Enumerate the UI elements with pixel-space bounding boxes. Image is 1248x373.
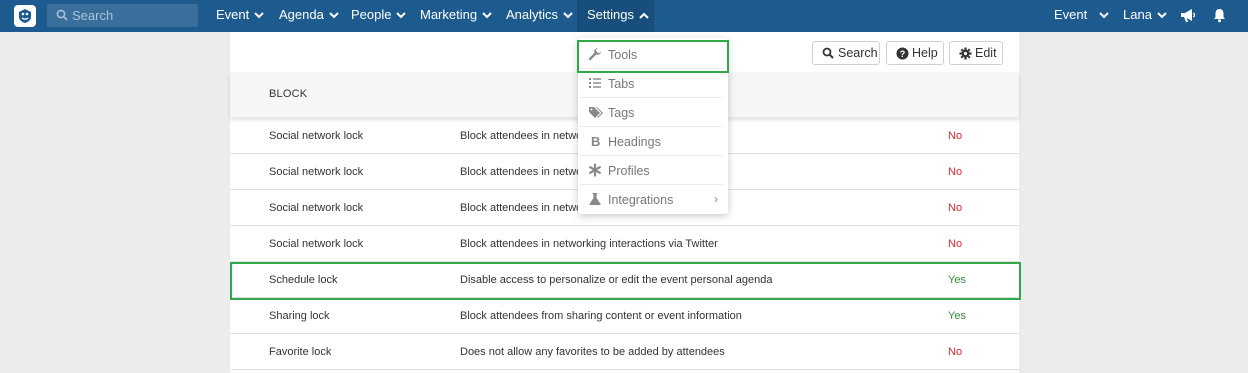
bold-icon: B [591,134,600,148]
event-switcher[interactable]: Event [1054,0,1109,32]
row-setting-name: Social network lock [269,238,364,250]
row-setting-name: Social network lock [269,166,364,178]
menu-item-profiles[interactable]: Profiles [578,156,728,185]
table-row[interactable]: Schedule lock Disable access to personal… [230,262,1019,298]
row-setting-name: Social network lock [269,130,364,142]
row-setting-description: Block attendees from sharing content or … [460,310,742,322]
row-setting-value: No [948,130,963,142]
nav-menu-analytics[interactable]: Analytics [506,0,573,32]
nav-menu-label: Agenda [279,7,324,22]
chevron-down-icon [1099,12,1109,19]
row-setting-name: Sharing lock [269,310,330,322]
help-button[interactable]: ? Help [886,41,944,65]
row-setting-value: No [948,346,963,358]
asterisk-icon [589,163,601,177]
table-row[interactable]: Sharing lock Block attendees from sharin… [230,298,1019,334]
row-setting-description: Block attendees in network [460,130,592,142]
nav-menu-label: Marketing [420,7,478,22]
menu-item-label: Tabs [608,77,635,91]
menu-item-tags[interactable]: Tags [578,98,728,127]
edit-button[interactable]: Edit [949,41,1003,65]
search-input[interactable] [72,4,192,27]
event-switcher-label: Event [1054,7,1088,22]
row-setting-description: Disable access to personalize or edit th… [460,274,773,286]
chevron-down-icon [254,12,264,19]
row-setting-value: Yes [948,274,966,286]
nav-menu-event[interactable]: Event [216,0,264,32]
nav-menu-label: Analytics [506,7,559,22]
nav-menu-settings[interactable]: Settings [577,0,654,32]
settings-dropdown-menu: Tools Tabs Tags B Headings Profiles Inte… [578,38,728,214]
global-search[interactable] [47,4,198,27]
app-logo[interactable] [14,5,36,27]
chevron-down-icon [1157,12,1167,19]
row-setting-value: No [948,238,963,250]
row-setting-description: Block attendees in network [460,202,592,214]
menu-item-label: Profiles [608,164,650,178]
help-button-label: Help [912,46,938,60]
row-setting-value: Yes [948,310,966,322]
question-circle-icon: ? [896,47,909,60]
search-icon [56,9,68,21]
logo-icon [19,9,31,23]
chevron-down-icon [329,12,339,19]
table-row[interactable]: Social network lock Block attendees in n… [230,226,1019,262]
row-setting-name: Social network lock [269,202,364,214]
bell-icon[interactable] [1213,8,1226,23]
menu-item-label: Tags [608,106,635,120]
menu-item-tools[interactable]: Tools [578,40,728,69]
menu-item-label: Integrations [608,193,674,207]
row-setting-value: No [948,166,963,178]
row-setting-name: Favorite lock [269,346,332,358]
nav-menu-people[interactable]: People [351,0,407,32]
table-row[interactable]: Favorite lock Does not allow any favorit… [230,334,1019,370]
submenu-arrow-icon: › [714,192,718,206]
search-button[interactable]: Search [812,41,880,65]
menu-item-integrations[interactable]: Integrations › [578,185,728,214]
edit-button-label: Edit [975,46,997,60]
nav-menu-agenda[interactable]: Agenda [279,0,339,32]
row-setting-value: No [948,202,963,214]
menu-item-label: Headings [608,135,661,149]
svg-text:?: ? [900,49,906,59]
menu-item-tabs[interactable]: Tabs [578,69,728,98]
row-setting-description: Does not allow any favorites to be added… [460,346,725,358]
user-menu[interactable]: Lana [1123,0,1167,32]
flask-icon [589,193,601,205]
gear-icon [959,47,972,60]
list-icon [589,78,601,88]
top-navbar: Event Agenda People Marketing Analytics … [0,0,1248,32]
wrench-icon [588,48,601,61]
search-button-label: Search [838,46,878,60]
chevron-down-icon [563,12,573,19]
nav-menu-label: People [351,7,392,22]
svg-text:B: B [591,134,600,148]
user-name: Lana [1123,7,1152,22]
tags-icon [589,107,603,118]
nav-menu-marketing[interactable]: Marketing [420,0,492,32]
menu-item-headings[interactable]: B Headings [578,127,728,156]
megaphone-icon[interactable] [1180,8,1196,23]
nav-menu-label: Settings [587,7,634,22]
row-setting-description: Block attendees in networking interactio… [460,238,718,250]
nav-menu-label: Event [216,7,250,22]
chevron-down-icon [396,12,407,19]
menu-item-label: Tools [608,48,638,62]
row-setting-name: Schedule lock [269,274,338,286]
chevron-down-icon [482,12,492,19]
row-setting-description: Block attendees in network [460,166,592,178]
chevron-up-icon [639,12,649,19]
table-header-block: BLOCK [269,88,308,100]
search-icon [822,47,834,59]
